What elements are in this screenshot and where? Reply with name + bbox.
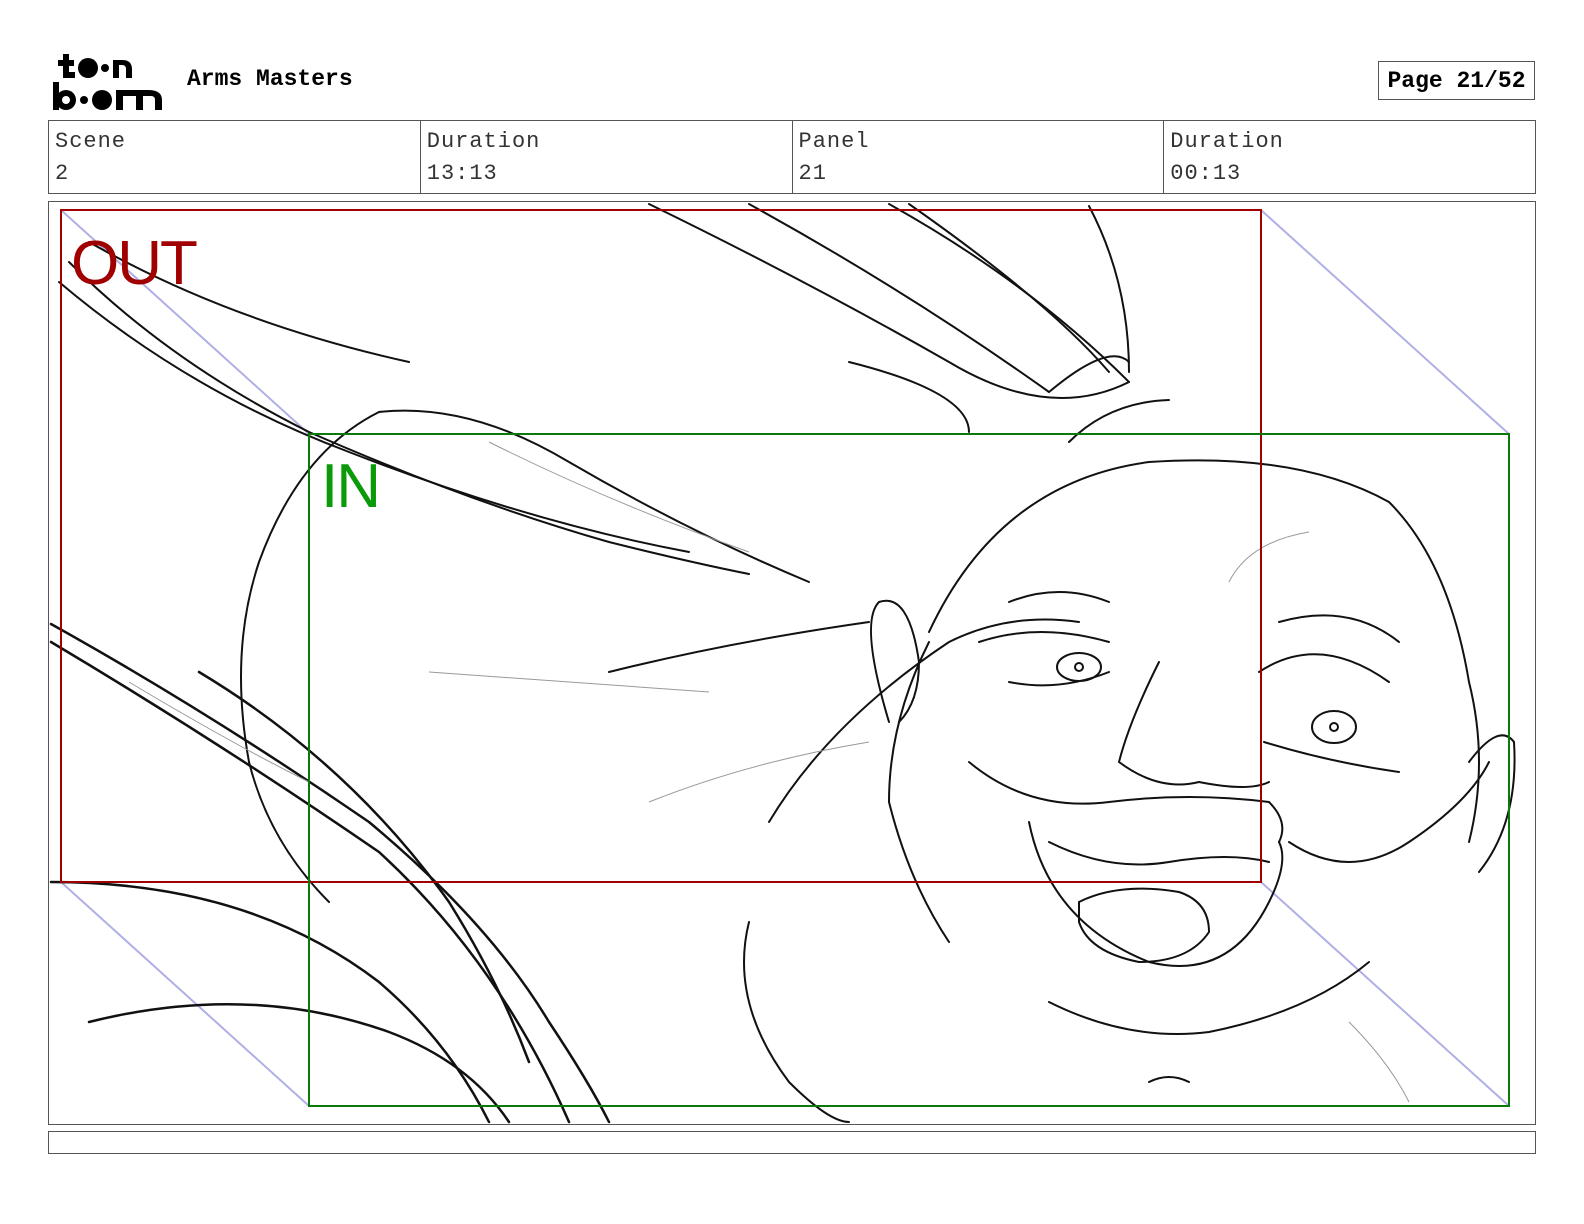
out-frame-label: OUT <box>71 229 198 298</box>
scene-cell: Scene 2 <box>49 121 421 193</box>
storyboard-panel: OUT IN <box>48 201 1536 1125</box>
sketch-face <box>870 459 1516 1083</box>
scene-label: Scene <box>55 129 127 154</box>
in-frame-label: IN <box>321 452 381 521</box>
panel-value: 21 <box>798 161 827 186</box>
in-frame <box>308 433 1510 1107</box>
caption-box <box>48 1131 1536 1154</box>
sketch-arm-upper <box>58 203 1130 575</box>
panel-duration-label: Duration <box>1170 129 1284 154</box>
project-title: Arms Masters <box>187 66 353 92</box>
panel-duration-cell: Duration 00:13 <box>1164 121 1535 193</box>
scene-duration-label: Duration <box>426 129 541 154</box>
sketch-construction <box>128 441 1410 1103</box>
scene-value: 2 <box>55 161 70 186</box>
panel-cell: Panel 21 <box>793 121 1165 193</box>
scene-duration-cell: Duration 13:13 <box>421 121 793 193</box>
sketch-body <box>240 399 1170 1123</box>
panel-label: Panel <box>798 129 870 154</box>
page-indicator: Page 21/52 <box>1378 61 1535 100</box>
scene-info-table: Scene 2 Duration 13:13 Panel 21 Duration… <box>48 120 1536 194</box>
panel-drawing <box>49 203 1516 1124</box>
toon-boom-logo <box>50 50 166 112</box>
scene-duration-value: 13:13 <box>426 161 498 186</box>
panel-duration-value: 00:13 <box>1170 161 1242 186</box>
sketch-arm-left <box>49 622 611 1124</box>
